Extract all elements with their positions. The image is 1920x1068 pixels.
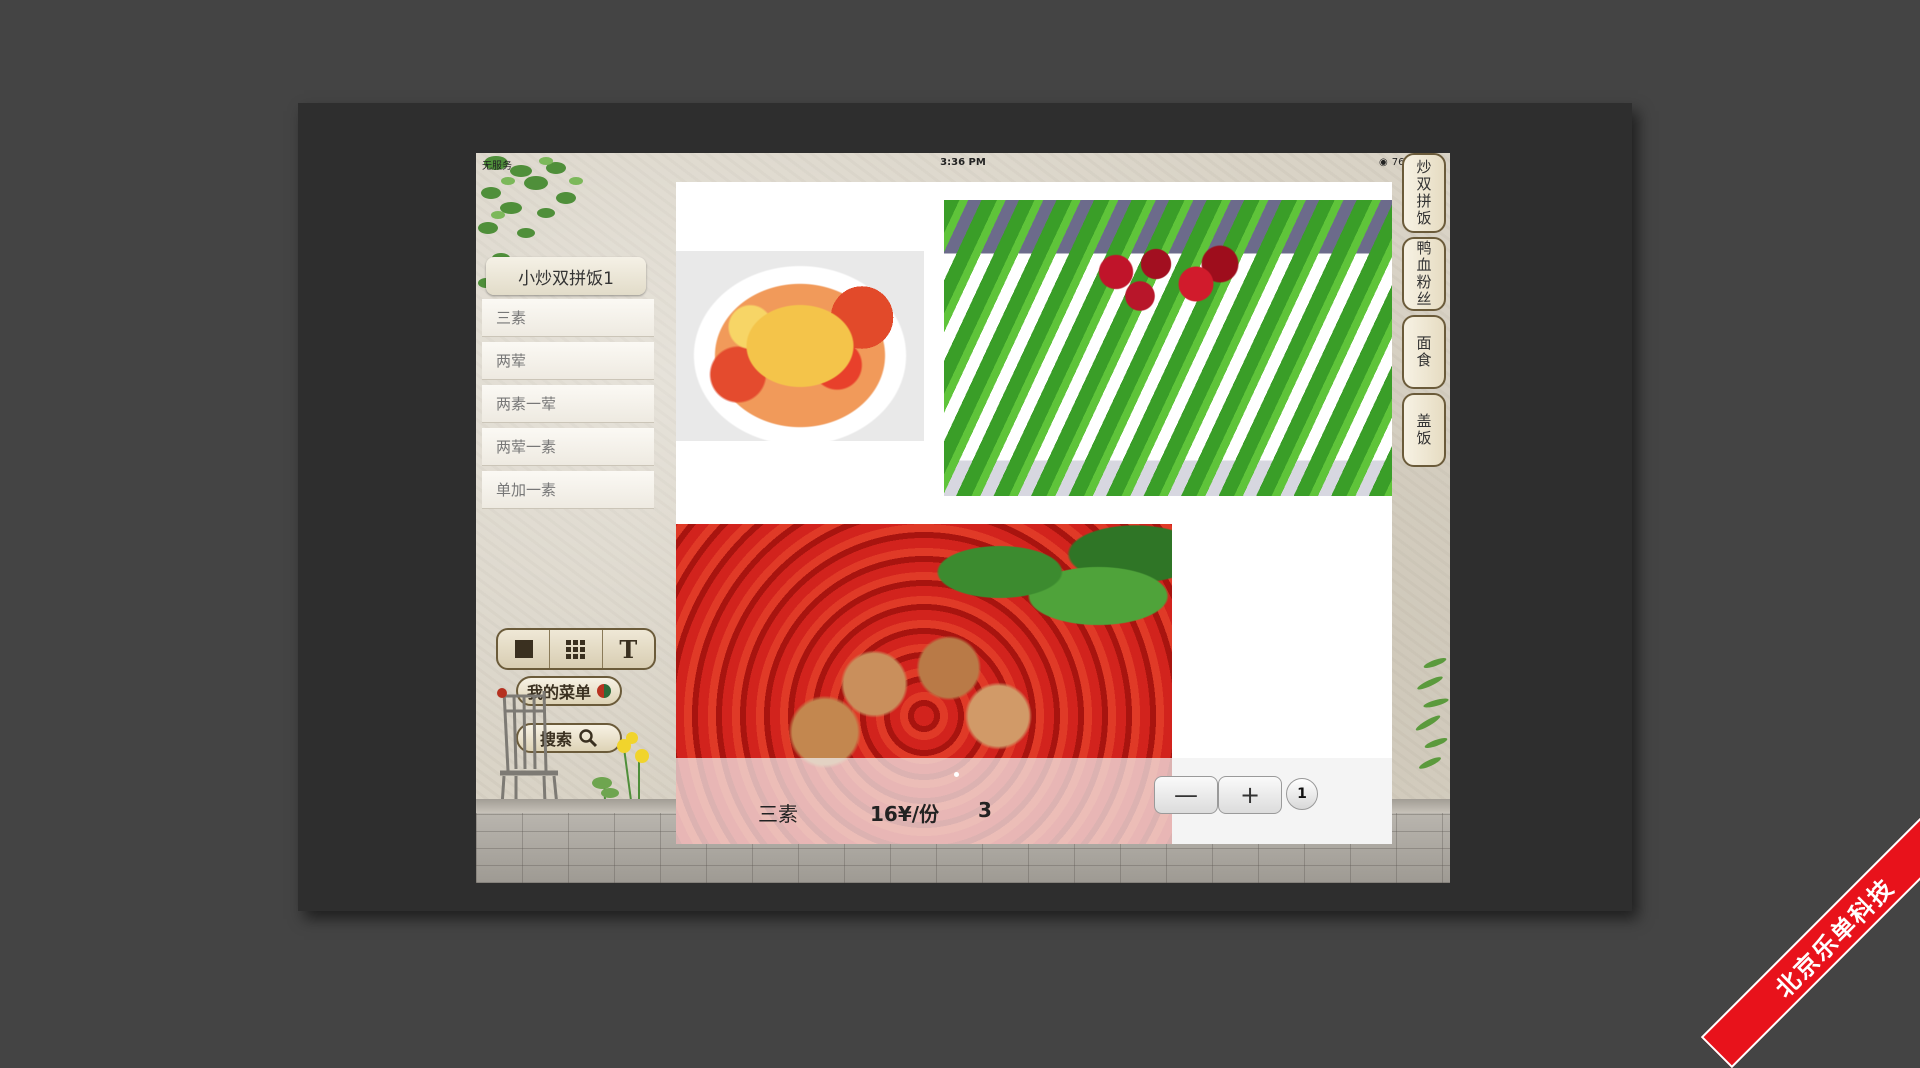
view-mode-toolbar: T — [496, 628, 656, 670]
single-view-button[interactable] — [498, 630, 551, 668]
submenu-item[interactable]: 单加一素 — [482, 471, 654, 509]
location-icon: ◉ — [1379, 157, 1388, 168]
order-item-price: 16¥/份 — [870, 802, 940, 826]
grid-icon — [566, 639, 586, 659]
submenu-item[interactable]: 三素 — [482, 299, 654, 337]
submenu-item[interactable]: 两素一荤 — [482, 385, 654, 423]
page-indicator-dot — [954, 772, 959, 777]
order-bar: 三素 16¥/份 3 — + 1 — [676, 758, 1392, 844]
grid-view-button[interactable] — [550, 630, 603, 668]
category-tab-duck-blood-noodles[interactable]: 鸭血粉丝 — [1402, 237, 1446, 311]
order-item-quantity: 3 — [978, 798, 992, 822]
submenu-item[interactable]: 两荤一素 — [482, 428, 654, 466]
dish-gallery: 三素 16¥/份 3 — + 1 — [676, 182, 1392, 844]
category-tab-noodles[interactable]: 面食 — [1402, 315, 1446, 389]
menu-badge-icon — [597, 684, 611, 698]
ipad-screen: 无服务 3:36 PM ◉ 76% 小炒双拼饭1 三素 两荤 两素一荤 两荤一素… — [476, 153, 1450, 883]
submenu-item[interactable]: 两荤 — [482, 342, 654, 380]
cart-count-badge[interactable]: 1 — [1286, 778, 1318, 810]
garnish-leaves — [926, 524, 1172, 644]
text-view-button[interactable]: T — [603, 630, 654, 668]
square-icon — [514, 640, 533, 658]
dish-photo-green-beans[interactable] — [944, 200, 1392, 496]
order-item-name: 三素 — [758, 802, 798, 826]
watermark-ribbon: 北京乐单科技 — [1700, 803, 1920, 1068]
menu-title[interactable]: 小炒双拼饭1 — [486, 257, 646, 295]
category-tab-fried-rice[interactable]: 炒双拼饭 — [1402, 153, 1446, 233]
status-bar: 无服务 3:36 PM ◉ 76% — [476, 153, 1450, 173]
clock: 3:36 PM — [940, 157, 986, 168]
fern-decoration — [1415, 658, 1449, 769]
increase-quantity-button[interactable]: + — [1218, 776, 1282, 814]
category-tab-rice-bowl[interactable]: 盖饭 — [1402, 393, 1446, 467]
decrease-quantity-button[interactable]: — — [1154, 776, 1218, 814]
dish-photo-tomato-egg[interactable] — [676, 251, 924, 441]
chili-topping — [1084, 240, 1244, 320]
text-icon: T — [619, 634, 638, 664]
